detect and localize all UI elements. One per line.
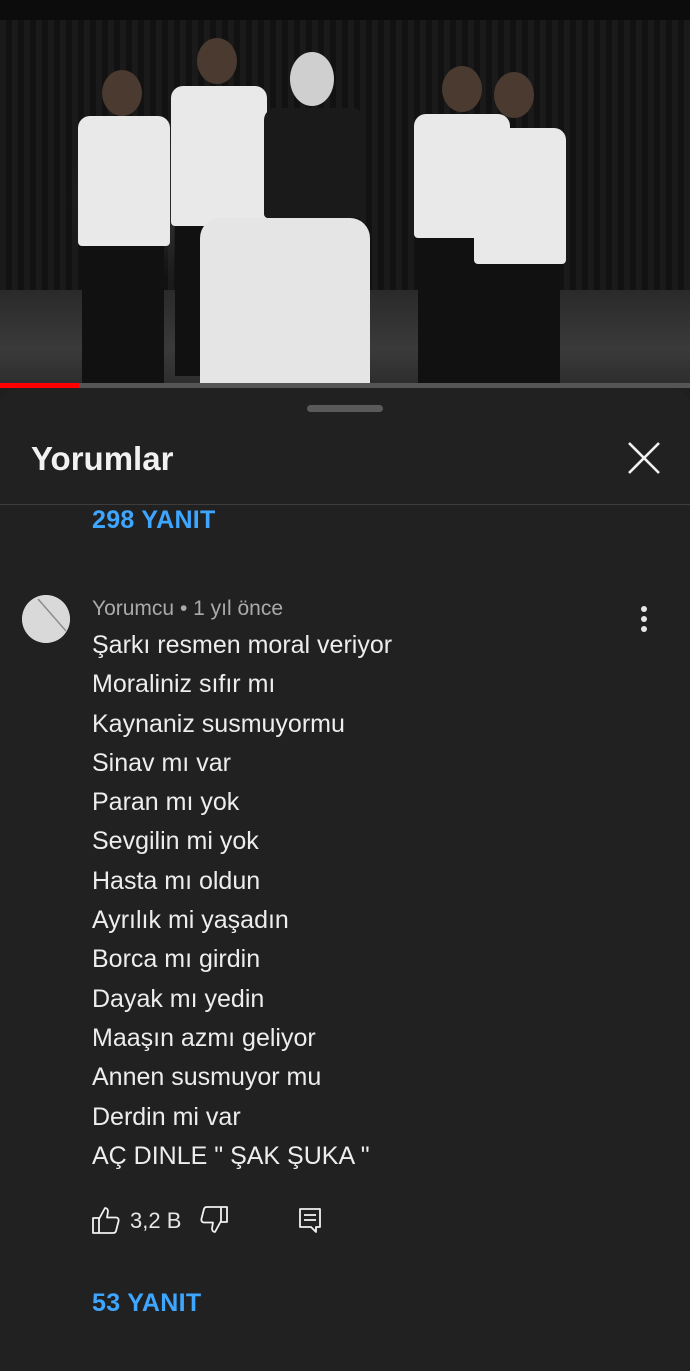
- panel-title: Yorumlar: [31, 440, 174, 477]
- comment-time: 1 yıl önce: [193, 597, 284, 620]
- comment-line: Şarkı resmen moral veriyor: [92, 631, 393, 659]
- close-icon: [628, 442, 660, 474]
- comment-line: Derdin mi var: [92, 1102, 241, 1131]
- drag-handle[interactable]: [307, 405, 383, 412]
- dislike-button[interactable]: [198, 1200, 232, 1240]
- thumbs-down-icon: [200, 1206, 228, 1233]
- comments-panel: Yorumlar 298 YANIT Yorumcu • 1 yıl önce …: [0, 388, 690, 1371]
- more-vertical-icon: [641, 606, 647, 612]
- comment-line: Dayak mı yedin: [92, 984, 265, 1013]
- meta-separator: •: [174, 597, 194, 620]
- like-count: 3,2 B: [130, 1208, 182, 1233]
- like-button[interactable]: 3,2 B: [90, 1200, 186, 1240]
- comment-line: Hasta mı oldun: [92, 866, 261, 895]
- panel-divider: [0, 504, 690, 505]
- comment-line: Borca mı girdin: [92, 945, 261, 974]
- comment-line: Moraliniz sıfır mı: [92, 670, 276, 699]
- video-dancer: [470, 72, 590, 388]
- comment-line: Maaşın azmı geliyor: [92, 1023, 316, 1052]
- comment-text: Şarkı resmen moral veriyor Moraliniz sıf…: [92, 626, 652, 1176]
- default-avatar-icon: [22, 595, 70, 643]
- video-dancer: [200, 52, 380, 388]
- comment-author[interactable]: Yorumcu: [92, 597, 174, 620]
- comment-line: Paran mı yok: [92, 788, 240, 817]
- more-vertical-icon: [641, 616, 647, 622]
- avatar[interactable]: [22, 595, 70, 643]
- comment-line: Kaynaniz susmuyormu: [92, 709, 345, 738]
- comment-line: Annen susmuyor mu: [92, 1063, 322, 1092]
- video-dancer: [70, 70, 180, 388]
- reply-comment-icon: [299, 1208, 321, 1233]
- comment-line: Ayrılık mi yaşadın: [92, 906, 289, 935]
- view-replies-button[interactable]: 53 YANIT: [92, 1289, 201, 1318]
- comment-line: Sevgilin mi yok: [92, 827, 259, 856]
- thumbs-up-icon: [92, 1207, 120, 1234]
- comment-actions: 3,2 B: [90, 1200, 350, 1240]
- reply-button[interactable]: [294, 1200, 328, 1240]
- view-replies-button[interactable]: 298 YANIT: [92, 506, 216, 535]
- comment-line: AÇ DINLE " ŞAK ŞUKA ": [92, 1141, 370, 1170]
- comment-meta: Yorumcu • 1 yıl önce: [92, 597, 283, 621]
- close-button[interactable]: [620, 434, 668, 482]
- video-player[interactable]: [0, 0, 690, 388]
- comment-line: Sinav mı var: [92, 748, 231, 777]
